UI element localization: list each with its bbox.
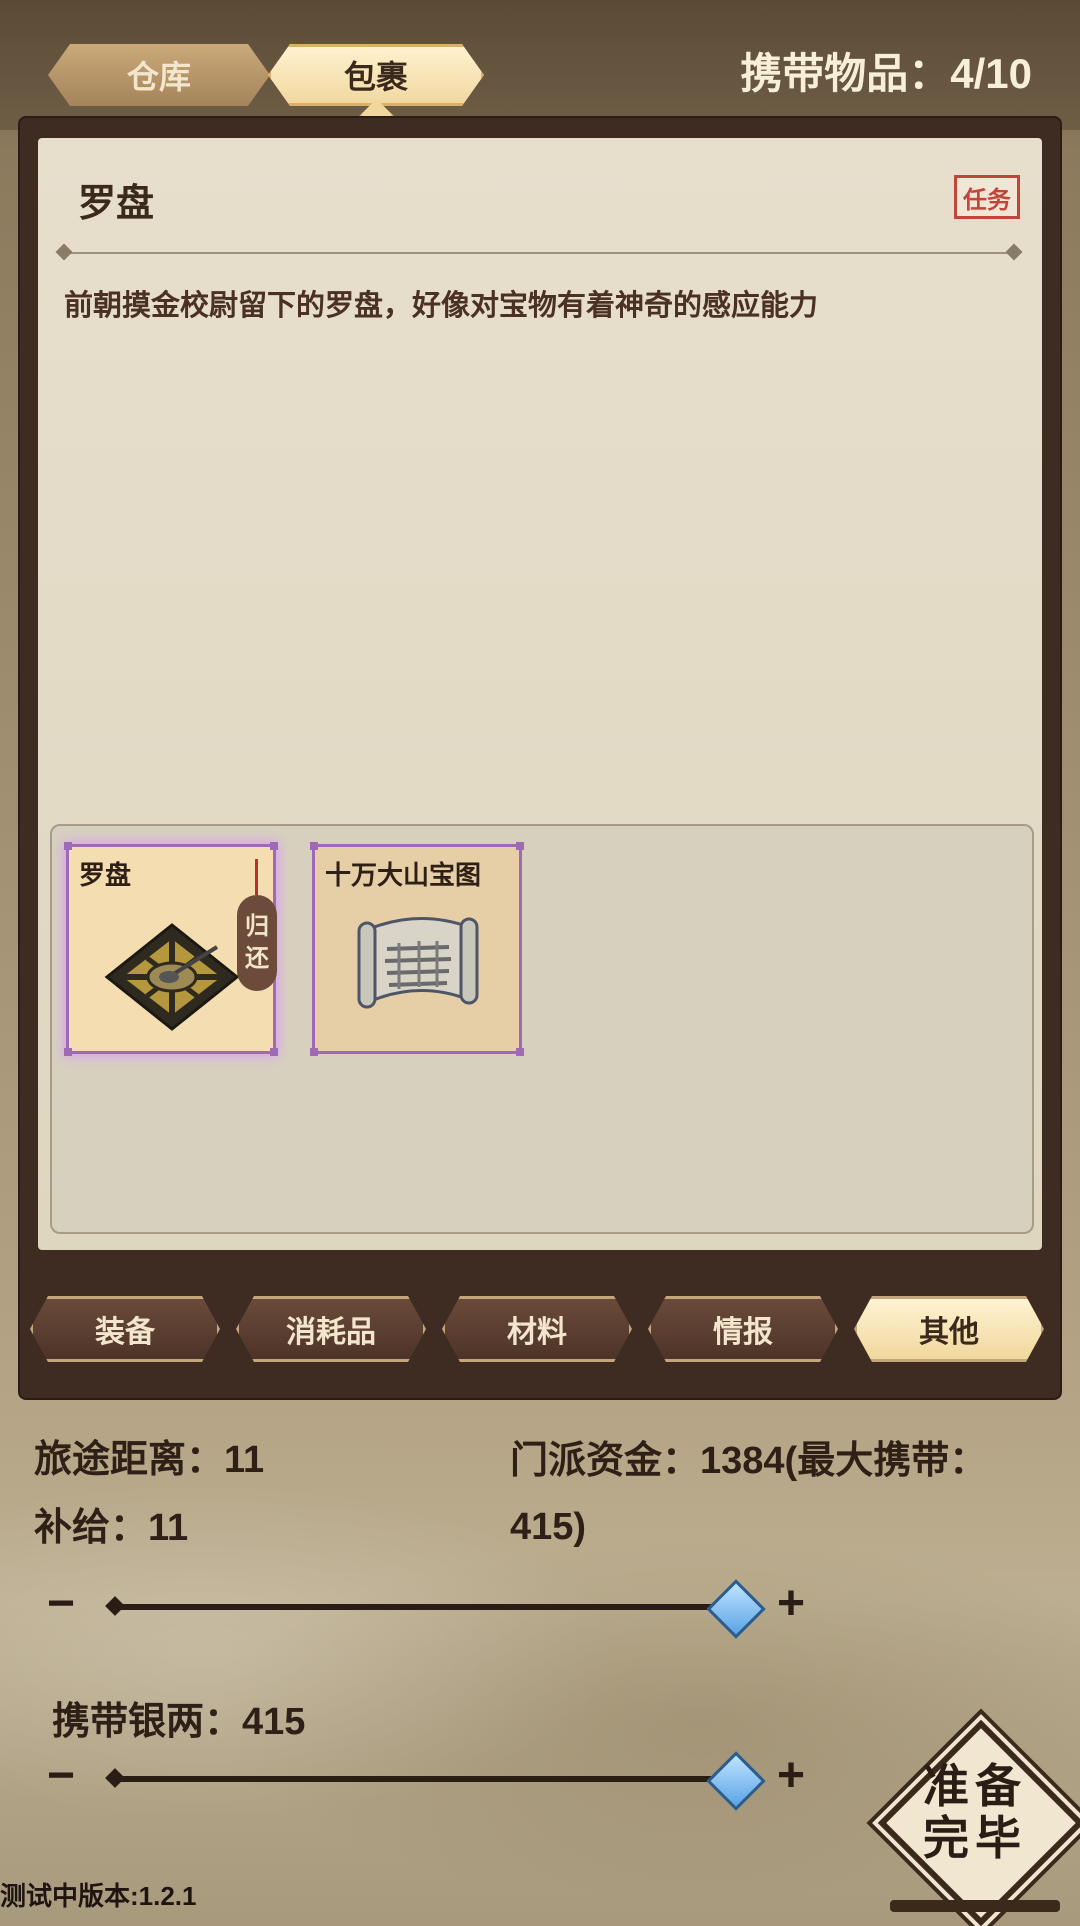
supply-increase-button[interactable]: + (766, 1580, 816, 1630)
silver-increase-button[interactable]: + (766, 1752, 816, 1802)
silver-slider: − + (36, 1751, 816, 1812)
supply-slider-knob[interactable] (706, 1579, 766, 1639)
scroll-map-icon (357, 916, 479, 1009)
item-slot-label: 十万大山宝图 (325, 860, 482, 890)
silver-decrease-button[interactable]: − (36, 1752, 86, 1802)
tab-pack[interactable]: 包裹 (268, 44, 484, 106)
supply-slider: − + (36, 1579, 816, 1640)
silver-slider-track[interactable] (116, 1776, 736, 1782)
divider (64, 252, 1014, 254)
carry-count: 携带物品：4/10 (740, 50, 1032, 97)
item-title: 罗盘 (78, 183, 155, 225)
ready-stand (890, 1900, 1060, 1912)
category-materials[interactable]: 材料 (442, 1296, 632, 1362)
sect-funds: 门派资金：1384(最大携带：415) (510, 1440, 988, 1548)
item-slot-treasure-map[interactable]: 十万大山宝图 (310, 842, 524, 1056)
ready-button[interactable]: 准备 完毕 (877, 1719, 1080, 1926)
return-tag[interactable]: 归 还 (237, 859, 277, 991)
tab-warehouse[interactable]: 仓库 (48, 44, 270, 106)
carried-silver: 携带银两：415 (52, 1701, 306, 1743)
silver-slider-knob[interactable] (706, 1751, 766, 1811)
item-description: 前朝摸金校尉留下的罗盘，好像对宝物有着神奇的感应能力 (64, 290, 819, 322)
category-other[interactable]: 其他 (854, 1296, 1044, 1362)
supply-decrease-button[interactable]: − (36, 1580, 86, 1630)
compass-icon (104, 923, 240, 1031)
category-consumables[interactable]: 消耗品 (236, 1296, 426, 1362)
supply-slider-track[interactable] (116, 1604, 736, 1610)
travel-distance: 旅途距离：11 (34, 1439, 265, 1481)
item-slot-compass[interactable]: 罗盘 归 还 (64, 842, 278, 1056)
category-intel[interactable]: 情报 (648, 1296, 838, 1362)
version-label: 测试中版本:1.2.1 (0, 1881, 197, 1911)
category-equipment[interactable]: 装备 (30, 1296, 220, 1362)
supply-amount: 补给：11 (34, 1507, 189, 1549)
item-slot-label: 罗盘 (79, 860, 132, 890)
quest-badge: 任务 (954, 175, 1020, 219)
